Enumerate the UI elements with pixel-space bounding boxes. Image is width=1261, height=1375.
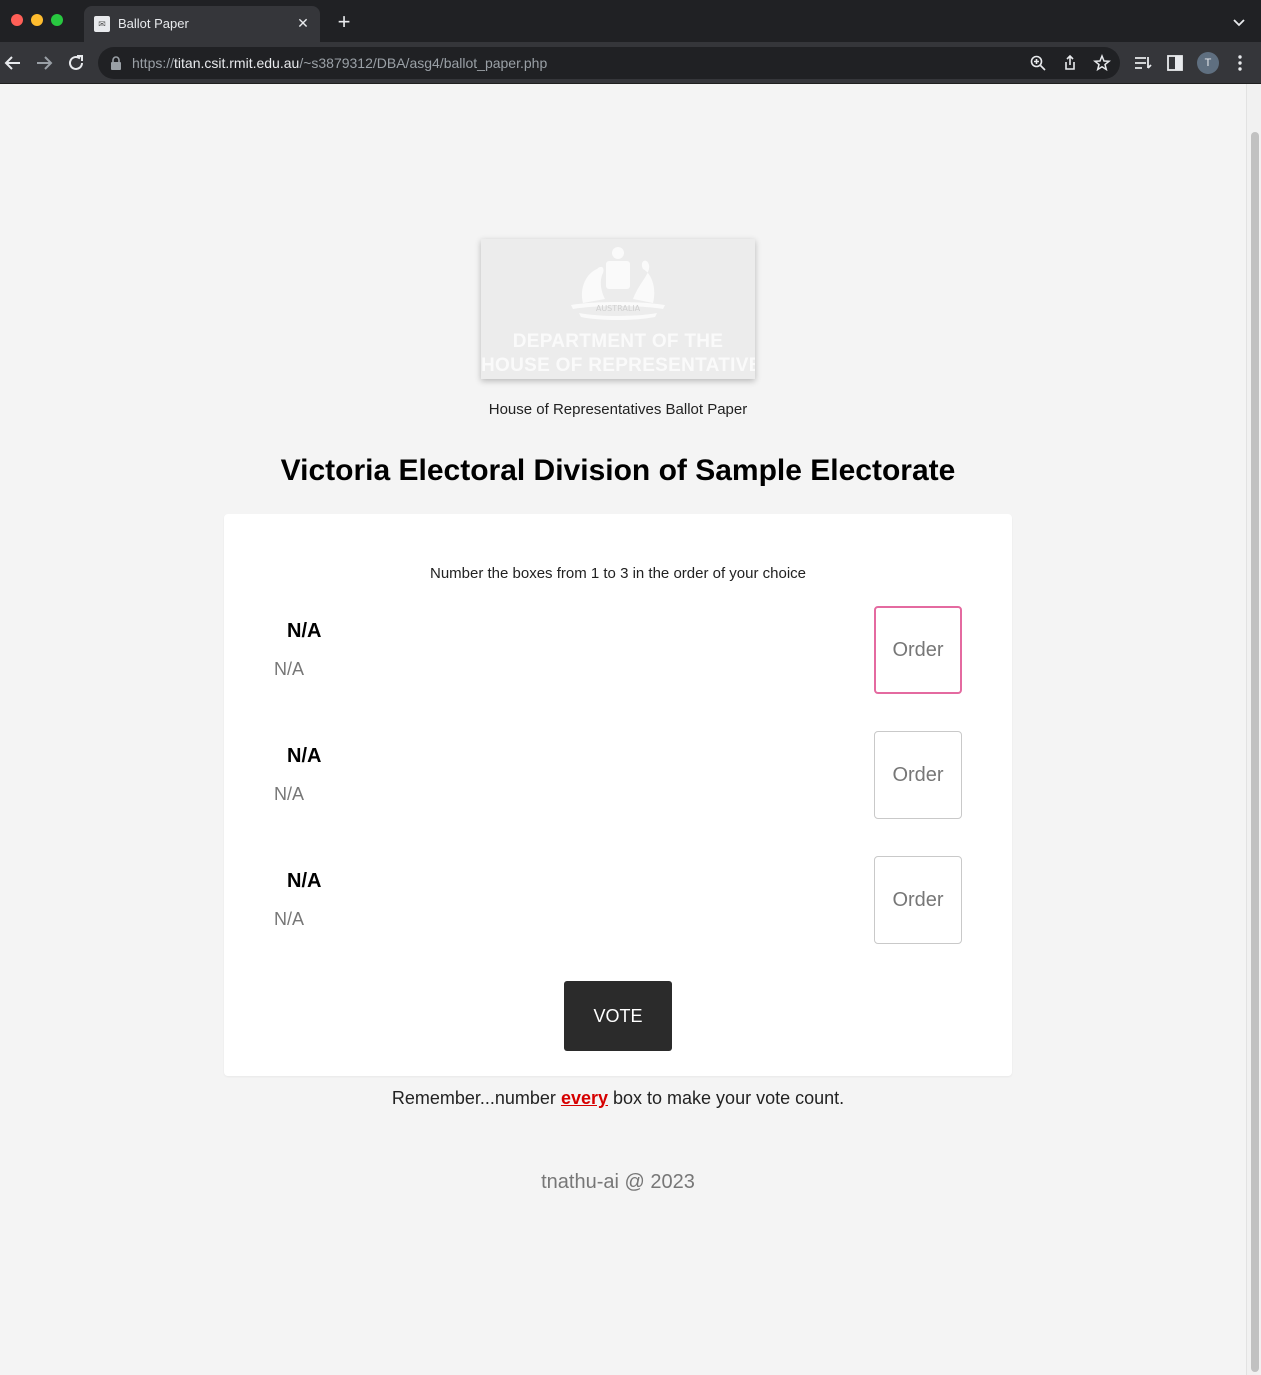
bookmark-star-icon[interactable] xyxy=(1093,54,1111,72)
order-input-2[interactable] xyxy=(874,731,962,819)
page-title: Victoria Electoral Division of Sample El… xyxy=(280,454,956,487)
tab-title: Ballot Paper xyxy=(118,16,189,31)
candidate-name: N/A xyxy=(287,870,322,892)
browser-tab-bar: ✉ Ballot Paper ✕ + xyxy=(0,0,1261,42)
minimize-window-icon[interactable] xyxy=(31,14,43,26)
reading-list-icon[interactable] xyxy=(1133,53,1153,73)
zoom-icon[interactable] xyxy=(1029,54,1047,72)
maximize-window-icon[interactable] xyxy=(51,14,63,26)
share-icon[interactable] xyxy=(1061,54,1079,72)
vote-button[interactable]: VOTE xyxy=(564,981,672,1051)
ballot-instruction: Number the boxes from 1 to 3 in the orde… xyxy=(429,565,807,582)
back-arrow-icon[interactable] xyxy=(2,52,24,74)
close-tab-icon[interactable]: ✕ xyxy=(294,14,312,32)
browser-tab[interactable]: ✉ Ballot Paper ✕ xyxy=(84,6,320,42)
tab-search-chevron-icon[interactable] xyxy=(1231,14,1247,30)
profile-avatar[interactable]: T xyxy=(1197,52,1219,74)
lock-icon[interactable] xyxy=(110,56,122,70)
order-input-1[interactable] xyxy=(874,606,962,694)
more-menu-icon[interactable] xyxy=(1230,53,1250,73)
ballot-form: Number the boxes from 1 to 3 in the orde… xyxy=(224,514,1012,1076)
logo-line-2: HOUSE OF REPRESENTATIVES xyxy=(481,355,755,376)
favicon-icon: ✉ xyxy=(94,16,110,32)
scrollbar[interactable] xyxy=(1246,84,1261,1375)
coat-of-arms-icon: AUSTRALIA xyxy=(571,247,665,320)
logo-line-1: DEPARTMENT OF THE xyxy=(512,331,724,352)
candidate-name: N/A xyxy=(287,745,322,767)
candidate-name: N/A xyxy=(287,620,322,642)
scrollbar-thumb[interactable] xyxy=(1251,132,1259,1372)
candidate-party: N/A xyxy=(274,659,305,679)
browser-toolbar: https://titan.csit.rmit.edu.au/~s3879312… xyxy=(0,42,1261,84)
order-input-3[interactable] xyxy=(874,856,962,944)
ballot-subtitle: House of Representatives Ballot Paper xyxy=(488,401,748,418)
department-logo: AUSTRALIA DEPARTMENT OF THE HOUSE OF REP… xyxy=(481,239,755,379)
footer-credit: tnathu-ai @ 2023 xyxy=(541,1171,695,1193)
side-panel-icon[interactable] xyxy=(1165,53,1185,73)
forward-arrow-icon[interactable] xyxy=(33,52,55,74)
url-text: https://titan.csit.rmit.edu.au/~s3879312… xyxy=(132,55,548,71)
reminder-text: Remember...number every box to make your… xyxy=(391,1088,845,1108)
reload-icon[interactable] xyxy=(65,52,87,74)
new-tab-icon[interactable]: + xyxy=(333,11,355,33)
candidate-party: N/A xyxy=(274,784,305,804)
crest-label: AUSTRALIA xyxy=(596,304,641,313)
reminder-emphasis: every xyxy=(560,1088,608,1108)
address-bar[interactable]: https://titan.csit.rmit.edu.au/~s3879312… xyxy=(98,47,1120,79)
close-window-icon[interactable] xyxy=(11,14,23,26)
candidate-party: N/A xyxy=(274,909,305,929)
